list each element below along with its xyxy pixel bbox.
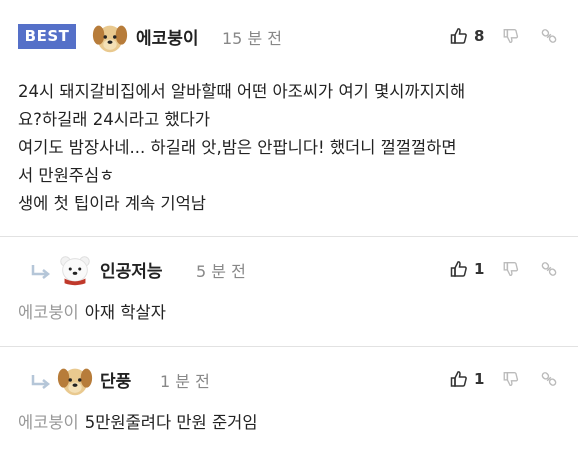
thumbs-down-icon[interactable] bbox=[502, 260, 520, 278]
like-button[interactable]: 1 bbox=[449, 369, 486, 389]
comment-header: 단풍 1 분 전 1 bbox=[0, 359, 578, 399]
comment-header: BEST 에코붕이 15 분 전 8 bbox=[0, 16, 578, 56]
comment-actions: 8 bbox=[449, 22, 558, 50]
comment-line: 서 만원주심ㅎ bbox=[18, 166, 115, 185]
timestamp: 5 분 전 bbox=[196, 262, 246, 281]
mention-nickname[interactable]: 에코붕이 bbox=[18, 413, 79, 432]
comment-header: 인공저능 5 분 전 1 bbox=[0, 249, 578, 289]
thumbs-up-icon bbox=[450, 261, 467, 277]
comment-line: 여기도 밤장사네... 하길래 앗,밤은 안팝니다! 했더니 껄껄껄하면 bbox=[18, 138, 457, 157]
comment-line: 생에 첫 팁이라 계속 기억남 bbox=[18, 194, 206, 213]
thumbs-up-icon bbox=[450, 28, 467, 44]
comment-body: 에코붕이 5만원줄려다 만원 준거임 bbox=[18, 409, 560, 437]
reply-comment: 인공저능 5 분 전 1 에코붕이 아재 학살자 bbox=[0, 236, 578, 346]
thumbs-down-icon[interactable] bbox=[502, 27, 520, 45]
reply-arrow-icon bbox=[31, 265, 51, 279]
comment-body: 24시 돼지갈비집에서 알바할때 어떤 아조씨가 여기 몇시까지지해 요?하길래… bbox=[18, 78, 560, 218]
comment-body: 에코붕이 아재 학살자 bbox=[18, 299, 560, 327]
link-icon[interactable] bbox=[540, 27, 558, 45]
best-badge: BEST bbox=[18, 24, 76, 49]
puppy-avatar[interactable] bbox=[56, 361, 94, 399]
comment-actions: 1 bbox=[449, 365, 558, 393]
nickname[interactable]: 에코붕이 bbox=[136, 24, 199, 49]
timestamp: 15 분 전 bbox=[222, 29, 282, 48]
like-count: 1 bbox=[474, 260, 485, 278]
reply-comment: 단풍 1 분 전 1 에코붕이 5만원줄려다 만원 준거임 bbox=[0, 346, 578, 464]
nickname[interactable]: 인공저능 bbox=[100, 257, 163, 282]
like-button[interactable]: 1 bbox=[449, 259, 486, 279]
like-button[interactable]: 8 bbox=[449, 26, 486, 46]
comment-text: 아재 학살자 bbox=[84, 303, 166, 322]
reply-arrow-icon bbox=[31, 375, 51, 389]
mention-nickname[interactable]: 에코붕이 bbox=[18, 303, 79, 322]
nickname[interactable]: 단풍 bbox=[100, 367, 131, 392]
timestamp: 1 분 전 bbox=[160, 372, 210, 391]
comment-line: 요?하길래 24시라고 했다가 bbox=[18, 110, 211, 129]
like-count: 1 bbox=[474, 370, 485, 388]
comment-line: 24시 돼지갈비집에서 알바할때 어떤 아조씨가 여기 몇시까지지해 bbox=[18, 82, 466, 101]
comment-actions: 1 bbox=[449, 255, 558, 283]
puppy-avatar[interactable] bbox=[91, 18, 129, 56]
polar-bear-avatar[interactable] bbox=[56, 251, 94, 289]
comment-text: 5만원줄려다 만원 준거임 bbox=[84, 413, 258, 432]
link-icon[interactable] bbox=[540, 260, 558, 278]
thumbs-up-icon bbox=[450, 371, 467, 387]
like-count: 8 bbox=[474, 27, 485, 45]
thumbs-down-icon[interactable] bbox=[502, 370, 520, 388]
best-comment: BEST 에코붕이 15 분 전 8 24시 돼지갈비집에서 알바할때 어떤 아… bbox=[0, 0, 578, 236]
link-icon[interactable] bbox=[540, 370, 558, 388]
